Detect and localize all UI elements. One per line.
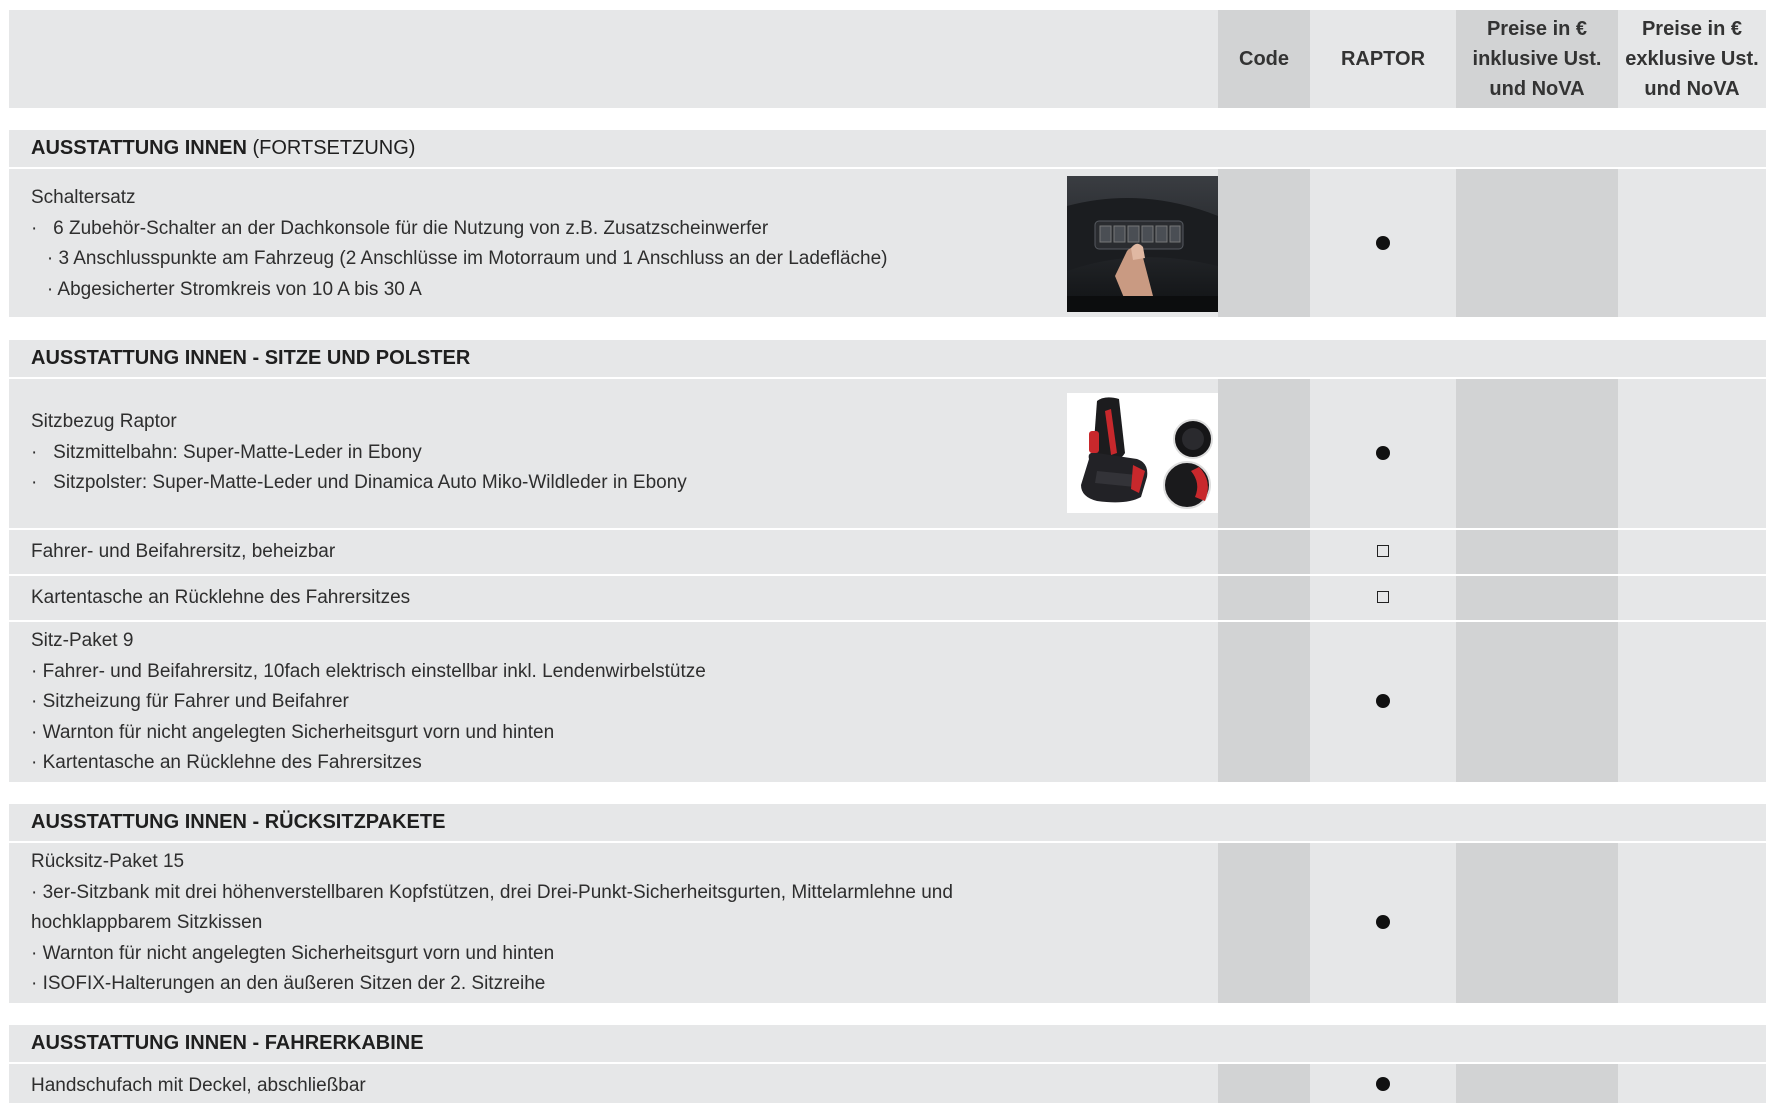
row-bullet: · Sitzmittelbahn: Super-Matte-Leder in E… (31, 441, 422, 463)
row-bullet-continuation: hochklappbarem Sitzkissen (31, 912, 263, 933)
code-cell (1218, 1064, 1310, 1103)
row-bullet: · Abgesicherter Stromkreis von 10 A bis … (31, 278, 422, 300)
standard-equipment-dot (1376, 694, 1390, 708)
row-bullet: · Warnton für nicht angelegten Sicherhei… (31, 942, 555, 964)
price-incl-cell (1456, 379, 1618, 528)
code-cell (1218, 169, 1310, 317)
header-price-incl-line: und NoVA (1489, 78, 1585, 100)
standard-equipment-dot (1376, 915, 1390, 929)
section-subtitle: (FORTSETZUNG) (246, 137, 416, 159)
code-cell (1218, 843, 1310, 1003)
row-description: Fahrer- und Beifahrersitz, beheizbar (31, 537, 335, 568)
row-title: Rücksitz-Paket 15 (31, 851, 185, 872)
section-title: AUSSTATTUNG INNEN - SITZE UND POLSTER (31, 347, 471, 369)
row-description: Schaltersatz · 6 Zubehör-Schalter an der… (31, 183, 888, 305)
row-bullet: · Sitzpolster: Super-Matte-Leder und Din… (31, 472, 687, 493)
price-incl-cell (1456, 1064, 1618, 1103)
price-incl-cell (1456, 622, 1618, 782)
optional-equipment-square (1377, 591, 1389, 603)
header-price-excl-cell: Preise in € exklusive Ust. und NoVA (1618, 10, 1766, 108)
header-price-incl-line: inklusive Ust. (1472, 48, 1602, 70)
row-description: Sitzbezug Raptor · Sitzmittelbahn: Super… (31, 407, 687, 499)
header-price-excl-line: exklusive Ust. (1625, 48, 1759, 70)
section-header-sitze-polster: AUSSTATTUNG INNEN - SITZE UND POLSTER (9, 340, 1766, 377)
row-bullet: · 3er-Sitzbank mit drei höhenverstellbar… (31, 881, 953, 903)
price-incl-cell (1456, 843, 1618, 1003)
row-title: Sitzbezug Raptor (31, 411, 177, 432)
header-raptor-label: RAPTOR (1340, 48, 1426, 70)
row-bullet: · ISOFIX-Halterungen an den äußeren Sitz… (31, 973, 546, 994)
row-bullet: · Warnton für nicht angelegten Sicherhei… (31, 721, 555, 743)
code-cell (1218, 576, 1310, 620)
standard-equipment-dot (1376, 236, 1390, 250)
row-description: Kartentasche an Rücklehne des Fahrersitz… (31, 583, 410, 614)
row-title: Sitz-Paket 9 (31, 630, 134, 651)
section-header-ruecksitzpakete: AUSSTATTUNG INNEN - RÜCKSITZPAKETE (9, 804, 1766, 841)
section-header-fortsetzung: AUSSTATTUNG INNEN (FORTSETZUNG) (9, 130, 1766, 167)
optional-equipment-square (1377, 545, 1389, 557)
row-bullet: · 3 Anschlusspunkte am Fahrzeug (2 Ansch… (31, 248, 888, 269)
row-description: Handschufach mit Deckel, abschließbar (31, 1071, 366, 1102)
row-bullet: · Fahrer- und Beifahrersitz, 10fach elek… (31, 660, 706, 682)
header-price-excl-line: und NoVA (1644, 78, 1740, 100)
section-title: AUSSTATTUNG INNEN - FAHRERKABINE (31, 1032, 424, 1054)
header-code-label: Code (1239, 48, 1289, 70)
standard-equipment-dot (1376, 1077, 1390, 1091)
row-title: Kartentasche an Rücklehne des Fahrersitz… (31, 587, 411, 608)
row-title: Schaltersatz (31, 187, 136, 208)
overhead-switch-panel-image (1067, 176, 1218, 312)
price-incl-cell (1456, 530, 1618, 574)
code-cell (1218, 379, 1310, 528)
section-title: AUSSTATTUNG INNEN (31, 137, 247, 159)
row-description: Rücksitz-Paket 15 · 3er-Sitzbank mit dre… (31, 847, 953, 1000)
row-description: Sitz-Paket 9 · Fahrer- und Beifahrersitz… (31, 626, 706, 779)
header-raptor-cell: RAPTOR (1310, 10, 1456, 108)
row-title: Fahrer- und Beifahrersitz, beheizbar (31, 541, 336, 562)
section-title: AUSSTATTUNG INNEN - RÜCKSITZPAKETE (31, 811, 446, 833)
code-cell (1218, 530, 1310, 574)
row-title: Handschufach mit Deckel, abschließbar (31, 1075, 366, 1096)
header-price-incl-cell: Preise in € inklusive Ust. und NoVA (1456, 10, 1618, 108)
header-price-excl-line: Preise in € (1641, 18, 1743, 40)
raptor-seat-image (1067, 393, 1218, 513)
price-incl-cell (1456, 169, 1618, 317)
standard-equipment-dot (1376, 446, 1390, 460)
row-bullet: · Kartentasche an Rücklehne des Fahrersi… (31, 752, 422, 773)
price-incl-cell (1456, 576, 1618, 620)
row-bullet: · Sitzheizung für Fahrer und Beifahrer (31, 691, 349, 712)
row-bullet: · 6 Zubehör-Schalter an der Dachkonsole … (31, 217, 769, 239)
header-code-cell: Code (1218, 10, 1310, 108)
header-price-incl-line: Preise in € (1486, 18, 1588, 40)
section-header-fahrerkabine: AUSSTATTUNG INNEN - FAHRERKABINE (9, 1025, 1766, 1062)
code-cell (1218, 622, 1310, 782)
